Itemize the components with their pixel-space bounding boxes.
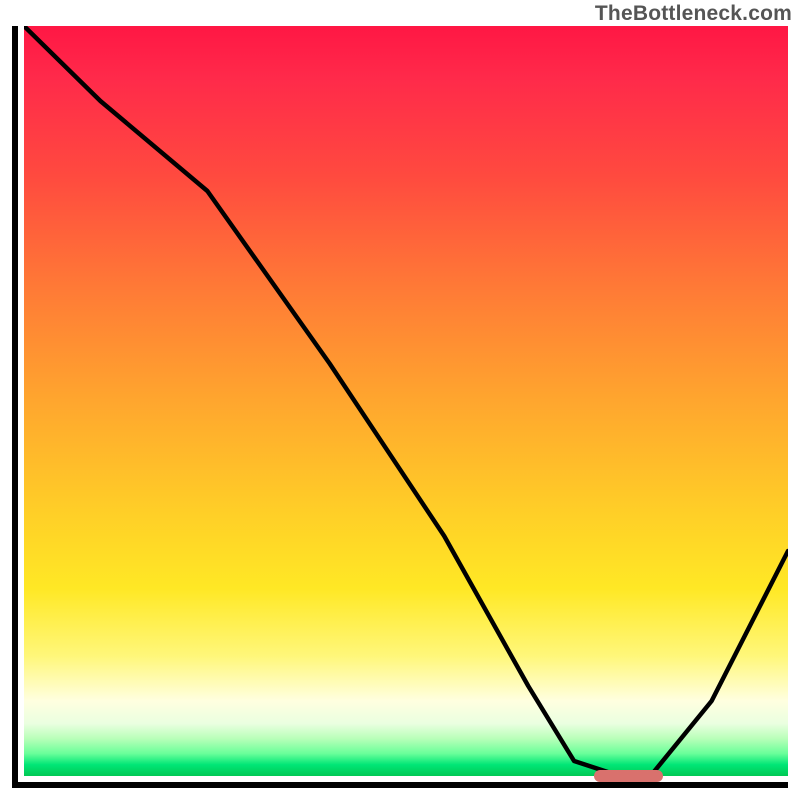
optimal-range-marker: [594, 770, 663, 782]
watermark-text: TheBottleneck.com: [595, 2, 792, 26]
bottleneck-curve: [24, 26, 788, 776]
plot-area: [12, 26, 788, 788]
chart-container: TheBottleneck.com: [0, 0, 800, 800]
